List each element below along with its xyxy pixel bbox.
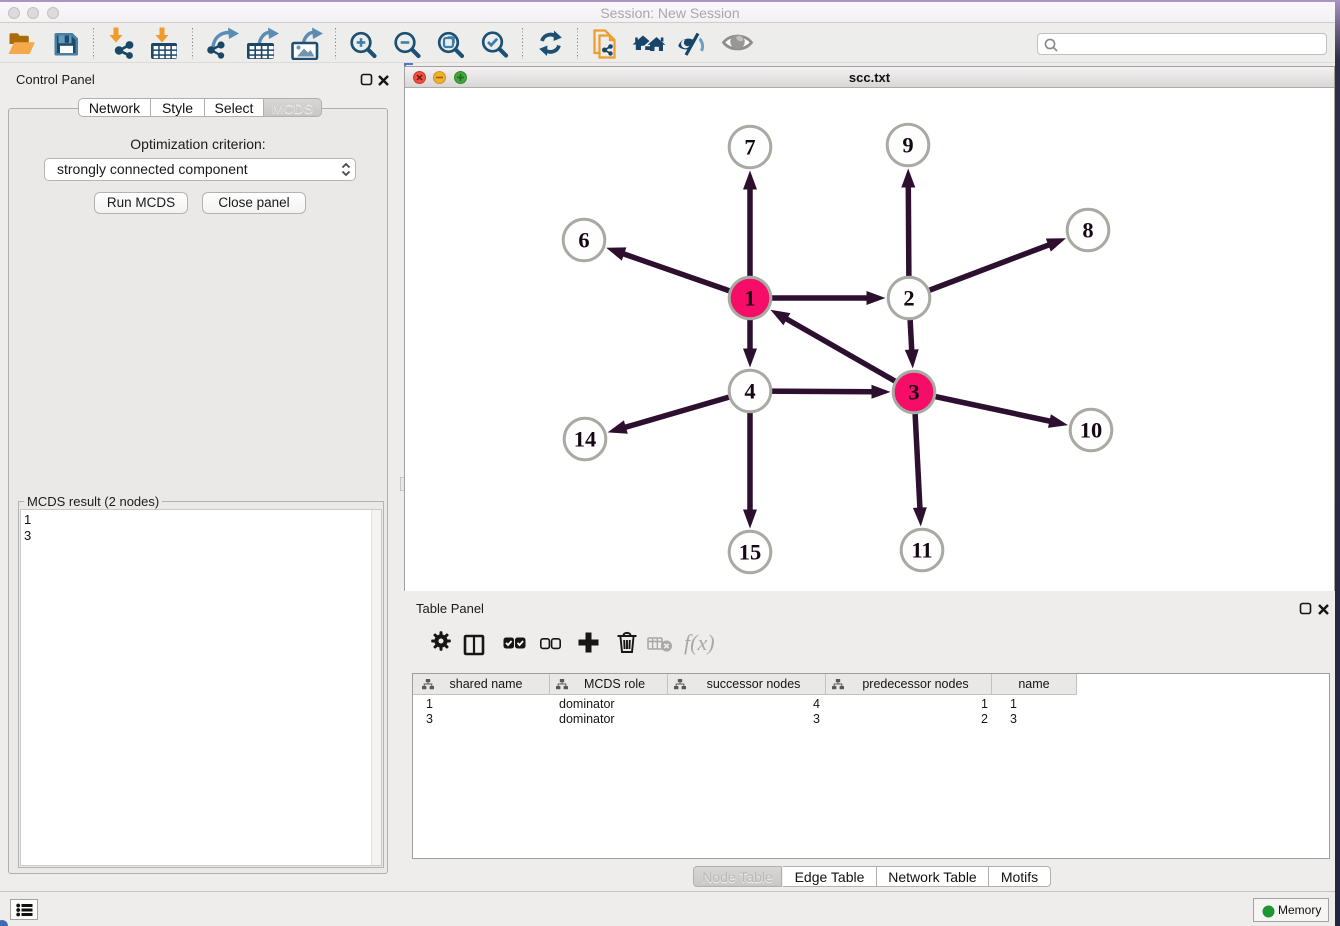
svg-text:8: 8 [1082,218,1093,243]
svg-text:2: 2 [903,286,914,311]
svg-text:6: 6 [578,228,589,253]
svg-text:4: 4 [744,379,755,404]
svg-text:9: 9 [902,133,913,158]
svg-text:1: 1 [744,286,755,311]
svg-text:f(x): f(x) [684,630,715,655]
svg-text:14: 14 [574,427,597,452]
svg-text:11: 11 [911,538,932,563]
svg-text:10: 10 [1080,418,1103,443]
svg-text:3: 3 [908,380,919,405]
svg-text:15: 15 [739,540,762,565]
svg-text:7: 7 [744,135,755,160]
